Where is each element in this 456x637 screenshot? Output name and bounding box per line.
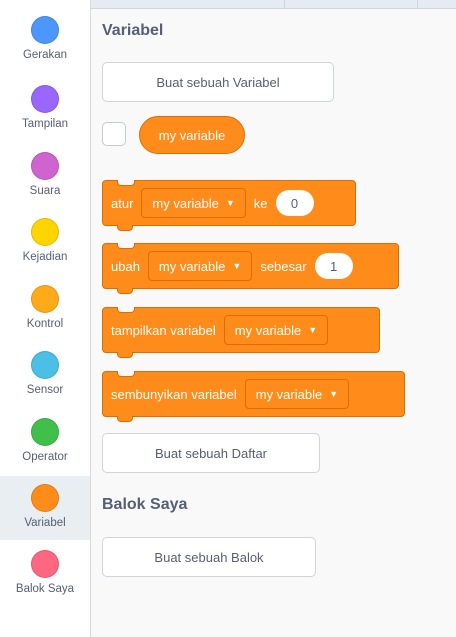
dropdown-value: my variable: [255, 386, 323, 402]
variable-dropdown[interactable]: my variable ▼: [223, 315, 329, 345]
dropdown-value: my variable: [234, 322, 302, 338]
balok-saya-color-icon: [31, 550, 59, 578]
value-input[interactable]: 0: [275, 190, 314, 216]
block-text: ubah: [111, 258, 140, 274]
suara-color-icon: [31, 152, 59, 180]
category-label: Sensor: [26, 384, 64, 396]
tab-divider: [284, 0, 285, 8]
category-label: Suara: [29, 185, 61, 197]
block-text: sebesar: [260, 258, 307, 274]
category-label: Variabel: [24, 517, 66, 529]
block-text: sembunyikan variabel: [111, 386, 237, 402]
dropdown-value: my variable: [158, 258, 226, 274]
category-sensor[interactable]: Sensor: [0, 349, 90, 413]
caret-down-icon: ▼: [225, 198, 235, 208]
sensor-color-icon: [31, 351, 59, 379]
category-kontrol[interactable]: Kontrol: [0, 283, 90, 347]
caret-down-icon: ▼: [329, 389, 339, 399]
block-text: ke: [253, 195, 268, 211]
variable-dropdown[interactable]: my variable ▼: [244, 379, 350, 409]
tampilan-color-icon: [31, 85, 59, 113]
category-balok-saya[interactable]: Balok Saya: [0, 548, 90, 612]
variable-dropdown[interactable]: my variable ▼: [141, 188, 246, 218]
category-label: Operator: [22, 451, 68, 463]
category-operator[interactable]: Operator: [0, 416, 90, 480]
variable-checkbox[interactable]: [102, 122, 126, 146]
block-text: atur: [111, 195, 134, 211]
category-label: Kontrol: [26, 318, 64, 330]
category-sidebar: Gerakan Tampilan Suara Kejadian Kontrol …: [0, 0, 91, 637]
my-variable-reporter[interactable]: my variable: [139, 116, 245, 154]
category-suara[interactable]: Suara: [0, 150, 90, 214]
category-tampilan[interactable]: Tampilan: [0, 83, 90, 147]
category-kejadian[interactable]: Kejadian: [0, 216, 90, 280]
category-label: Gerakan: [22, 49, 68, 61]
value-input[interactable]: 1: [314, 253, 353, 279]
gerakan-color-icon: [31, 16, 59, 44]
make-list-button[interactable]: Buat sebuah Daftar: [102, 433, 320, 473]
variable-dropdown[interactable]: my variable ▼: [147, 251, 253, 281]
tab-divider: [417, 0, 418, 8]
set-variable-block[interactable]: atur my variable ▼ ke 0: [102, 180, 356, 231]
show-variable-block[interactable]: tampilkan variabel my variable ▼: [102, 307, 380, 358]
variables-heading: Variabel: [102, 22, 164, 39]
variabel-color-icon: [31, 484, 59, 512]
category-label: Tampilan: [21, 118, 69, 130]
category-gerakan[interactable]: Gerakan: [0, 14, 90, 78]
category-variabel[interactable]: Variabel: [0, 476, 90, 540]
tab-strip: [91, 0, 456, 9]
operator-color-icon: [31, 418, 59, 446]
category-label: Kejadian: [22, 251, 68, 263]
make-variable-button[interactable]: Buat sebuah Variabel: [102, 62, 334, 102]
dropdown-value: my variable: [152, 195, 219, 211]
category-label: Balok Saya: [15, 583, 75, 595]
my-blocks-heading: Balok Saya: [102, 496, 188, 513]
block-text: tampilkan variabel: [111, 322, 216, 338]
make-block-button[interactable]: Buat sebuah Balok: [102, 537, 316, 577]
kejadian-color-icon: [31, 218, 59, 246]
hide-variable-block[interactable]: sembunyikan variabel my variable ▼: [102, 371, 405, 422]
caret-down-icon: ▼: [232, 261, 242, 271]
caret-down-icon: ▼: [308, 325, 318, 335]
change-variable-block[interactable]: ubah my variable ▼ sebesar 1: [102, 243, 399, 294]
kontrol-color-icon: [31, 285, 59, 313]
